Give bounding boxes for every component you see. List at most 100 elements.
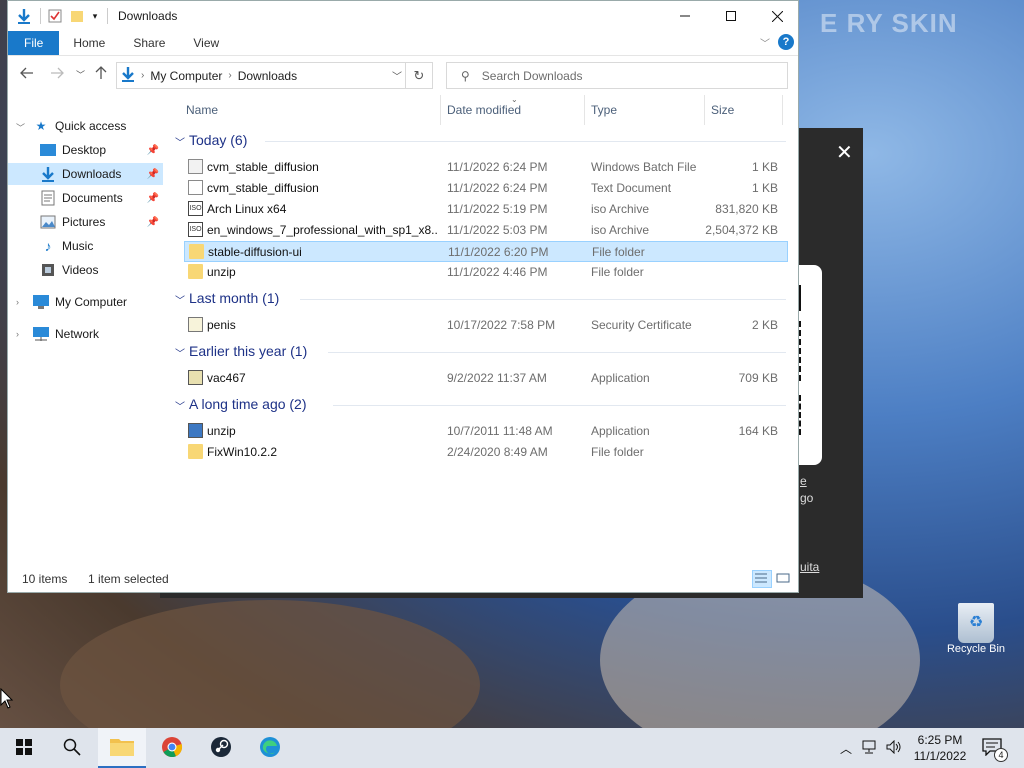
- column-header-type[interactable]: Type: [591, 103, 617, 117]
- expand-chevron-icon[interactable]: ›: [16, 329, 19, 339]
- pin-icon[interactable]: 📌: [147, 145, 159, 156]
- breadcrumb-downloads[interactable]: Downloads: [238, 69, 297, 83]
- tab-home[interactable]: Home: [59, 31, 119, 55]
- taskbar-edge[interactable]: [246, 728, 294, 768]
- column-header-name[interactable]: Name: [186, 103, 218, 117]
- collapse-chevron-icon[interactable]: ﹀: [175, 398, 185, 413]
- details-view-icon[interactable]: [752, 570, 772, 588]
- customize-quick-access-dropdown-icon[interactable]: ▾: [87, 8, 103, 24]
- file-row[interactable]: cvm_stable_diffusion 11/1/2022 6:24 PM W…: [184, 157, 788, 178]
- close-icon[interactable]: ✕: [836, 140, 853, 165]
- file-name: unzip: [207, 424, 236, 438]
- collapse-chevron-icon[interactable]: ﹀: [16, 121, 25, 134]
- file-row[interactable]: unzip 11/1/2022 4:46 PM File folder: [184, 262, 788, 283]
- background-link[interactable]: uita: [800, 560, 819, 574]
- ribbon-tabs: File Home Share View ﹀ ?: [8, 31, 798, 56]
- group-header[interactable]: ﹀ Last month (1): [173, 288, 788, 310]
- taskbar-search-button[interactable]: [48, 728, 96, 768]
- column-divider[interactable]: [704, 95, 705, 125]
- title-bar[interactable]: ▾ Downloads: [8, 1, 798, 31]
- selection-count: 1 item selected: [88, 572, 169, 586]
- properties-icon[interactable]: [47, 8, 63, 24]
- start-button[interactable]: [0, 728, 48, 768]
- edge-icon: [259, 736, 281, 761]
- file-date: 10/17/2022 7:58 PM: [447, 318, 556, 332]
- address-bar[interactable]: › My Computer › Downloads ﹀ ↻: [116, 62, 433, 89]
- help-icon[interactable]: ?: [778, 34, 794, 50]
- volume-icon[interactable]: [886, 739, 902, 757]
- breadcrumb-separator-icon[interactable]: ›: [228, 70, 231, 81]
- file-row[interactable]: ISO Arch Linux x64 11/1/2022 5:19 PM iso…: [184, 199, 788, 220]
- file-list: Name Date modified ⌄ Type Size ﹀ Today (…: [173, 95, 788, 565]
- nav-pictures[interactable]: Pictures 📌: [40, 211, 163, 233]
- tab-file[interactable]: File: [8, 31, 60, 55]
- pin-icon[interactable]: 📌: [147, 169, 159, 180]
- group-label: Last month (1): [189, 290, 280, 306]
- collapse-chevron-icon[interactable]: ﹀: [175, 345, 185, 360]
- file-size: 709 KB: [738, 371, 778, 385]
- nav-network[interactable]: Network: [33, 323, 158, 345]
- file-name: FixWin10.2.2: [207, 445, 278, 459]
- nav-desktop[interactable]: Desktop 📌: [40, 139, 163, 161]
- file-row[interactable]: ISO en_windows_7_professional_with_sp1_x…: [184, 220, 788, 241]
- pin-icon[interactable]: 📌: [147, 193, 159, 204]
- nav-my-computer[interactable]: My Computer: [33, 291, 158, 313]
- back-arrow-icon[interactable]: [20, 66, 34, 82]
- column-header-date[interactable]: Date modified: [447, 103, 521, 117]
- refresh-icon[interactable]: ↻: [405, 63, 432, 88]
- forward-arrow-icon[interactable]: [50, 66, 64, 82]
- collapse-chevron-icon[interactable]: ﹀: [175, 134, 185, 149]
- group-header[interactable]: ﹀ Earlier this year (1): [173, 341, 788, 363]
- group-divider: [328, 352, 786, 353]
- window-title: Downloads: [118, 9, 178, 23]
- recycle-bin[interactable]: ♻ Recycle Bin: [944, 603, 1008, 655]
- nav-label: Videos: [62, 263, 99, 277]
- nav-videos[interactable]: Videos: [40, 259, 163, 281]
- tab-share[interactable]: Share: [119, 31, 179, 55]
- minimize-button[interactable]: [662, 1, 708, 31]
- file-row[interactable]: vac467 9/2/2022 11:37 AM Application 709…: [184, 368, 788, 389]
- column-divider[interactable]: [782, 95, 783, 125]
- group-header[interactable]: ﹀ Today (6): [173, 130, 788, 152]
- breadcrumb-separator-icon[interactable]: ›: [141, 70, 144, 81]
- expand-ribbon-chevron-icon[interactable]: ﹀: [760, 35, 770, 50]
- recent-locations-chevron-icon[interactable]: ﹀: [76, 68, 85, 81]
- nav-music[interactable]: ♪ Music: [40, 235, 163, 257]
- search-icon: [63, 738, 81, 759]
- file-row[interactable]: unzip 10/7/2011 11:48 AM Application 164…: [184, 421, 788, 442]
- taskbar-steam[interactable]: [197, 728, 245, 768]
- show-hidden-icons-chevron-icon[interactable]: ︿: [840, 740, 852, 757]
- nav-documents[interactable]: Documents 📌: [40, 187, 163, 209]
- taskbar-chrome[interactable]: [148, 728, 196, 768]
- new-folder-icon[interactable]: [69, 8, 85, 24]
- group-header[interactable]: ﹀ A long time ago (2): [173, 394, 788, 416]
- expand-chevron-icon[interactable]: ›: [16, 297, 19, 307]
- breadcrumb-my-computer[interactable]: My Computer: [150, 69, 222, 83]
- taskbar-file-explorer[interactable]: [98, 728, 146, 768]
- address-dropdown-chevron-icon[interactable]: ﹀: [392, 68, 402, 83]
- network-status-icon[interactable]: [862, 740, 878, 757]
- up-arrow-icon[interactable]: [95, 66, 107, 83]
- close-button[interactable]: [754, 1, 798, 31]
- collapse-chevron-icon[interactable]: ﹀: [175, 292, 185, 307]
- nav-label: Documents: [62, 191, 123, 205]
- system-clock[interactable]: 6:25 PM 11/1/2022: [908, 732, 972, 764]
- background-link[interactable]: e: [800, 474, 807, 488]
- file-row[interactable]: FixWin10.2.2 2/24/2020 8:49 AM File fold…: [184, 442, 788, 463]
- file-type: File folder: [591, 445, 644, 459]
- search-box[interactable]: ⚲: [446, 62, 788, 89]
- maximize-button[interactable]: [708, 1, 754, 31]
- tab-view[interactable]: View: [179, 31, 233, 55]
- nav-quick-access[interactable]: ★ Quick access: [33, 115, 158, 137]
- large-icons-view-icon[interactable]: [774, 570, 794, 588]
- column-header-size[interactable]: Size: [711, 103, 734, 117]
- file-row[interactable]: cvm_stable_diffusion 11/1/2022 6:24 PM T…: [184, 178, 788, 199]
- column-divider[interactable]: [584, 95, 585, 125]
- pin-icon[interactable]: 📌: [147, 217, 159, 228]
- search-input[interactable]: [479, 67, 764, 84]
- file-row-selected[interactable]: stable-diffusion-ui 11/1/2022 6:20 PM Fi…: [184, 241, 788, 262]
- file-row[interactable]: penis 10/17/2022 7:58 PM Security Certif…: [184, 315, 788, 336]
- nav-downloads[interactable]: Downloads 📌: [8, 163, 163, 185]
- column-divider[interactable]: [440, 95, 441, 125]
- iso-file-icon: ISO: [188, 201, 203, 216]
